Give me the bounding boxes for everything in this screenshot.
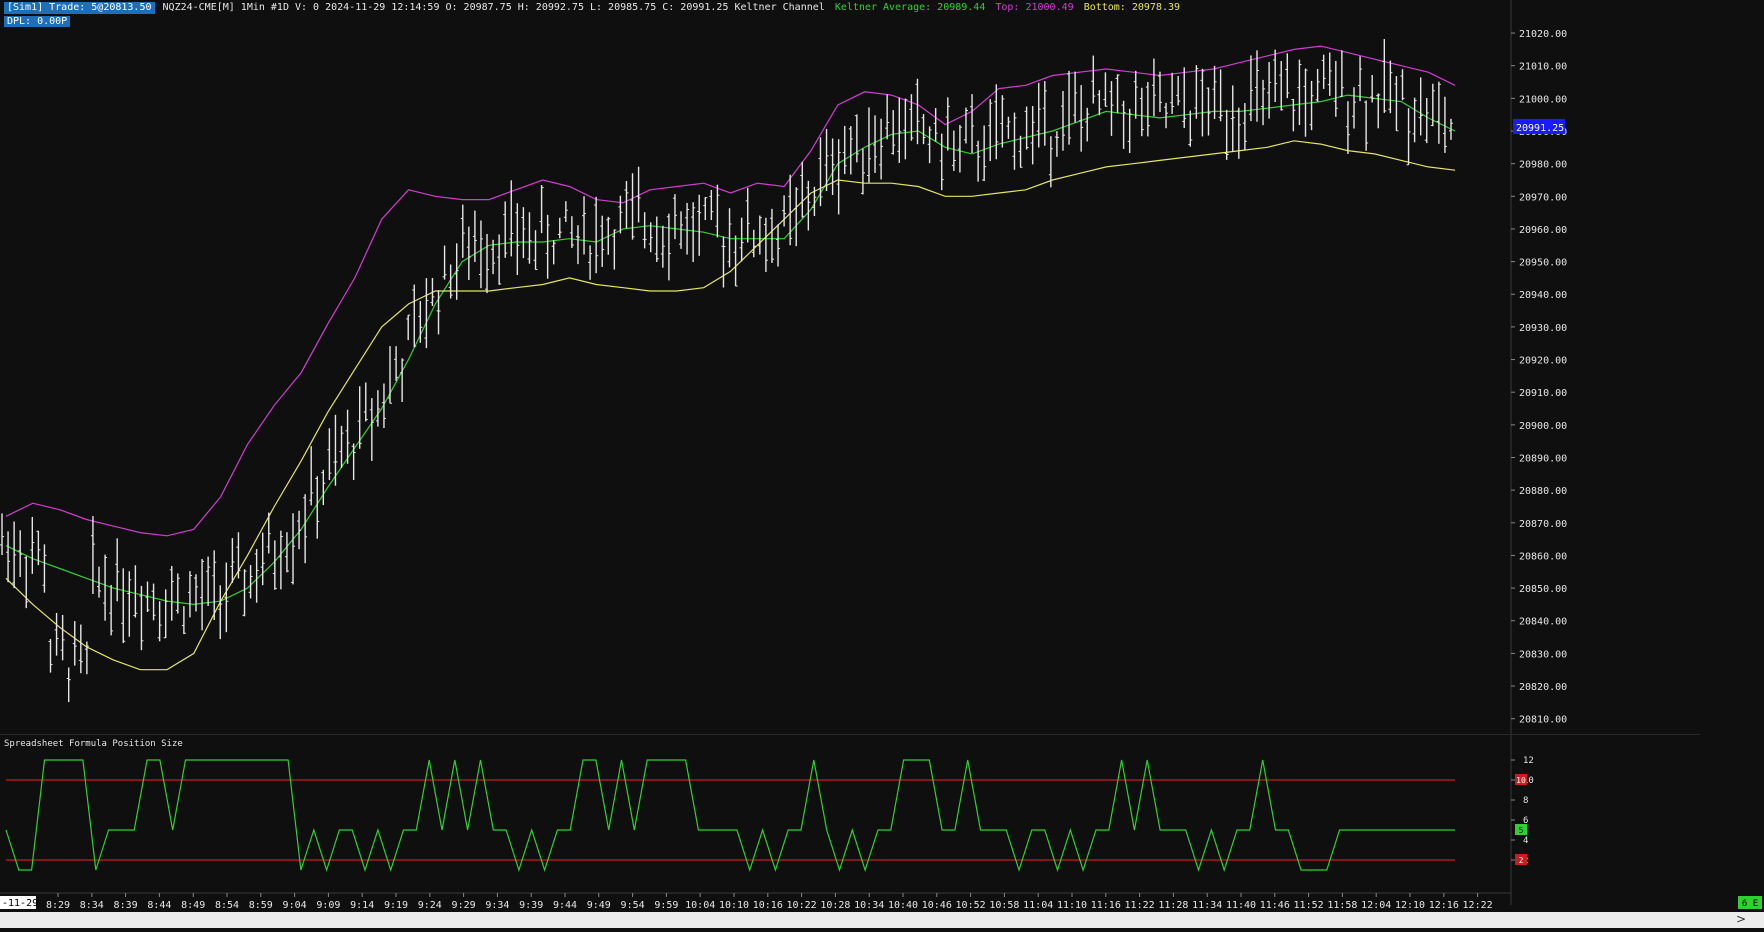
subpanel-tick-label: 8 bbox=[1523, 796, 1528, 806]
price-tick-label: 20920.00 bbox=[1519, 356, 1567, 367]
time-tick-label: 9:59 bbox=[654, 900, 678, 911]
price-tick-label: 20950.00 bbox=[1519, 258, 1567, 269]
price-tick-label: 20910.00 bbox=[1519, 388, 1567, 399]
time-tick-label: 11:16 bbox=[1091, 900, 1121, 911]
time-tick-label: 12:16 bbox=[1429, 900, 1459, 911]
price-tick-label: 20840.00 bbox=[1519, 617, 1567, 628]
last-price-label: 20991.25 bbox=[1516, 123, 1564, 134]
pane-divider[interactable] bbox=[0, 734, 1700, 735]
time-tick-label: 10:22 bbox=[787, 900, 817, 911]
time-tick-label: 9:04 bbox=[283, 900, 307, 911]
price-tick-label: 20980.00 bbox=[1519, 160, 1567, 171]
time-tick-label: 10:04 bbox=[685, 900, 715, 911]
keltner-bottom-label: Bottom: 20978.39 bbox=[1083, 2, 1181, 13]
time-tick-label: 9:29 bbox=[452, 900, 476, 911]
time-tick-label: 10:40 bbox=[888, 900, 918, 911]
time-tick-label: 12:04 bbox=[1361, 900, 1391, 911]
time-tick-label: 8:34 bbox=[80, 900, 104, 911]
price-tick-label: 20930.00 bbox=[1519, 323, 1567, 334]
time-tick-label: 8:49 bbox=[181, 900, 205, 911]
price-tick-label: 21010.00 bbox=[1519, 62, 1567, 73]
price-tick-label: 20900.00 bbox=[1519, 421, 1567, 432]
chart-window[interactable]: 21020.0021010.0021000.0020990.0020980.00… bbox=[0, 0, 1764, 928]
time-tick-label: 11:46 bbox=[1260, 900, 1290, 911]
price-tick-label: 20870.00 bbox=[1519, 519, 1567, 530]
time-tick-label: 10:10 bbox=[719, 900, 749, 911]
time-tick-label: 9:14 bbox=[350, 900, 374, 911]
time-tick-label: 11:40 bbox=[1226, 900, 1256, 911]
instrument-info: NQZ24-CME[M] 1Min #1D V: 0 2024-11-29 12… bbox=[162, 2, 825, 13]
time-tick-label: 10:58 bbox=[989, 900, 1019, 911]
chart-canvas[interactable]: 21020.0021010.0021000.0020990.0020980.00… bbox=[0, 0, 1764, 928]
subpanel-title: Spreadsheet Formula Position Size bbox=[4, 739, 183, 749]
time-tick-label: 12:10 bbox=[1395, 900, 1425, 911]
price-tick-label: 20830.00 bbox=[1519, 649, 1567, 660]
keltner-keltner-average-line bbox=[5, 94, 1456, 606]
time-axis-date-label: -11-29 bbox=[2, 898, 38, 909]
corner-badge-label: 6 E bbox=[1742, 899, 1758, 909]
time-tick-label: 8:59 bbox=[249, 900, 273, 911]
time-tick-label: 8:29 bbox=[46, 900, 70, 911]
time-tick-label: 10:52 bbox=[956, 900, 986, 911]
price-tick-label: 20880.00 bbox=[1519, 486, 1567, 497]
price-tick-label: 20960.00 bbox=[1519, 225, 1567, 236]
keltner-top-line bbox=[5, 45, 1456, 537]
keltner-top-label: Top: 21000.49 bbox=[995, 2, 1074, 13]
time-tick-label: 11:04 bbox=[1023, 900, 1053, 911]
subpanel-tick-label: 12 bbox=[1523, 756, 1534, 766]
position-size-line bbox=[5, 759, 1455, 872]
dpl-badge: DPL: 0.00P bbox=[4, 16, 71, 28]
price-tick-label: 20820.00 bbox=[1519, 682, 1567, 693]
time-tick-label: 9:34 bbox=[485, 900, 509, 911]
price-tick-label: 20970.00 bbox=[1519, 192, 1567, 203]
current-badge-label: 5 bbox=[1519, 826, 1524, 835]
time-tick-label: 11:22 bbox=[1125, 900, 1155, 911]
scroll-right-icon[interactable]: > bbox=[1736, 912, 1746, 926]
time-tick-label: 9:54 bbox=[621, 900, 645, 911]
time-tick-label: 9:09 bbox=[316, 900, 340, 911]
horizontal-scrollbar[interactable] bbox=[0, 912, 1764, 928]
price-tick-label: 21020.00 bbox=[1519, 29, 1567, 40]
time-tick-label: 9:19 bbox=[384, 900, 408, 911]
time-tick-label: 8:44 bbox=[147, 900, 171, 911]
time-tick-label: 10:16 bbox=[753, 900, 783, 911]
time-tick-label: 11:58 bbox=[1327, 900, 1357, 911]
dpl-value: DPL: 0.00P bbox=[4, 16, 71, 27]
time-tick-label: 9:49 bbox=[587, 900, 611, 911]
subpanel-tick-label: 4 bbox=[1523, 836, 1528, 846]
price-tick-label: 20860.00 bbox=[1519, 551, 1567, 562]
price-tick-label: 20850.00 bbox=[1519, 584, 1567, 595]
keltner-average-label: Keltner Average: 20989.44 bbox=[834, 2, 986, 13]
time-tick-label: 8:54 bbox=[215, 900, 239, 911]
time-tick-label: 10:46 bbox=[922, 900, 952, 911]
account-badge[interactable]: [Sim1] Trade: 5@20813.50 bbox=[4, 2, 155, 14]
time-tick-label: 11:28 bbox=[1158, 900, 1188, 911]
price-tick-label: 20810.00 bbox=[1519, 715, 1567, 726]
time-tick-label: 11:34 bbox=[1192, 900, 1222, 911]
price-tick-label: 20940.00 bbox=[1519, 290, 1567, 301]
price-tick-label: 20890.00 bbox=[1519, 453, 1567, 464]
price-tick-label: 21000.00 bbox=[1519, 94, 1567, 105]
time-tick-label: 9:24 bbox=[418, 900, 442, 911]
time-tick-label: 10:28 bbox=[820, 900, 850, 911]
time-tick-label: 9:44 bbox=[553, 900, 577, 911]
time-tick-label: 11:10 bbox=[1057, 900, 1087, 911]
keltner-bottom-line bbox=[5, 140, 1456, 671]
lower-badge-label: 2 bbox=[1519, 856, 1524, 865]
chart-header: [Sim1] Trade: 5@20813.50 NQZ24-CME[M] 1M… bbox=[4, 2, 1180, 14]
time-tick-label: 12:22 bbox=[1463, 900, 1493, 911]
upper-badge-label: 10 bbox=[1516, 776, 1526, 785]
time-tick-label: 11:52 bbox=[1294, 900, 1324, 911]
time-tick-label: 8:39 bbox=[114, 900, 138, 911]
time-tick-label: 10:34 bbox=[854, 900, 884, 911]
time-tick-label: 9:39 bbox=[519, 900, 543, 911]
